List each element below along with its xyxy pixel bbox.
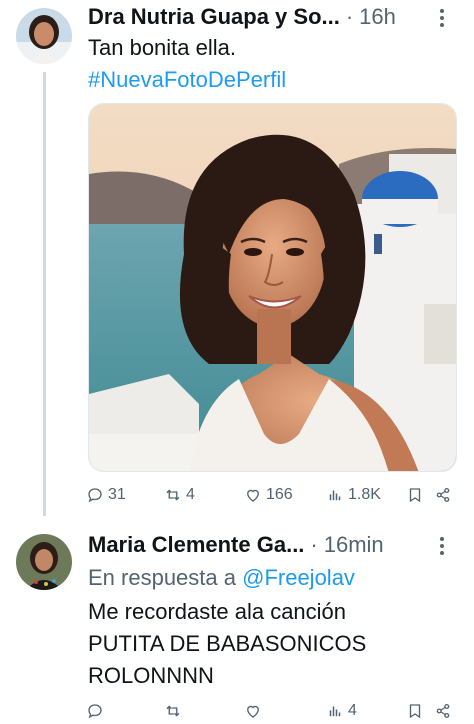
tweet-text-line: Me recordaste ala canción	[88, 599, 347, 624]
hashtag-link[interactable]: #NuevaFotoDePerfil	[88, 64, 286, 96]
views-icon	[329, 706, 341, 717]
reply-handle-link[interactable]: @Freejolav	[242, 565, 355, 590]
tweet-text-line: ROLONNNN	[88, 663, 214, 688]
avatar[interactable]	[16, 534, 72, 590]
timestamp[interactable]: 16min	[324, 532, 384, 558]
reply-context: En respuesta a @Freejolav	[88, 562, 355, 594]
heart-icon	[247, 489, 259, 502]
reply-icon	[88, 704, 102, 719]
bookmark-icon	[409, 704, 421, 719]
bookmark-button[interactable]	[406, 702, 424, 720]
tweet-original: Dra Nutria Guapa y So... · 16h Tan bonit…	[0, 0, 474, 520]
repost-button[interactable]: 4	[164, 486, 195, 504]
share-icon	[436, 703, 450, 719]
more-options-icon[interactable]	[432, 6, 452, 30]
repost-button[interactable]	[164, 702, 182, 720]
tweet-reply: Maria Clemente Ga... · 16min En respuest…	[0, 520, 474, 724]
separator: ·	[345, 4, 354, 29]
separator: ·	[310, 532, 318, 557]
views-button[interactable]: 4	[326, 702, 357, 720]
author-name[interactable]: Maria Clemente Ga...	[88, 532, 304, 558]
share-button[interactable]	[434, 702, 452, 720]
reply-prefix: En respuesta a	[88, 565, 236, 590]
like-count: 166	[266, 486, 293, 503]
author-name[interactable]: Dra Nutria Guapa y So...	[88, 4, 340, 30]
like-button[interactable]: 166	[244, 486, 293, 504]
tweet-actions: 4	[80, 696, 460, 724]
tweet-text-line: PUTITA DE BABASONICOS	[88, 631, 367, 656]
reply-button[interactable]	[86, 702, 104, 720]
repost-icon	[166, 705, 180, 717]
avatar[interactable]	[16, 8, 72, 64]
like-button[interactable]	[244, 702, 262, 720]
views-icon	[329, 490, 341, 501]
tweet-header: Dra Nutria Guapa y So... · 16h	[88, 0, 396, 34]
share-button[interactable]	[434, 486, 452, 504]
bookmark-icon	[409, 488, 421, 503]
tweet-actions: 31 4 166 1.8K	[80, 480, 460, 510]
tweet-text: Tan bonita ella.	[88, 35, 236, 60]
reply-button[interactable]: 31	[86, 486, 126, 504]
share-icon	[436, 487, 450, 503]
bookmark-button[interactable]	[406, 486, 424, 504]
repost-icon	[166, 489, 180, 501]
view-count: 1.8K	[348, 486, 381, 503]
tweet-photo[interactable]	[88, 103, 457, 472]
tweet-header: Maria Clemente Ga... · 16min	[88, 528, 384, 562]
more-options-icon[interactable]	[432, 534, 452, 558]
reply-count: 31	[108, 486, 126, 503]
views-button[interactable]: 1.8K	[326, 486, 381, 504]
thread-line	[43, 72, 46, 516]
repost-count: 4	[186, 486, 195, 503]
view-count: 4	[348, 702, 357, 719]
heart-icon	[247, 705, 259, 718]
timestamp[interactable]: 16h	[359, 4, 396, 30]
reply-icon	[88, 488, 102, 503]
